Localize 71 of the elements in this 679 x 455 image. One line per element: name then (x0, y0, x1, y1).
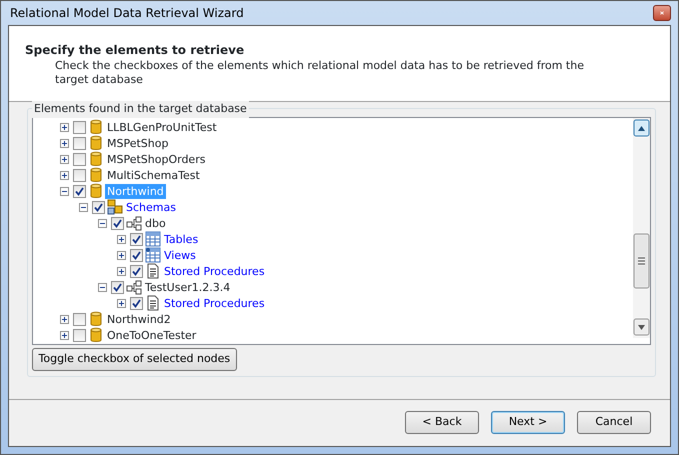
check-icon (75, 186, 84, 196)
checkbox[interactable] (73, 168, 86, 182)
hierarchy-icon (126, 279, 142, 295)
checkbox[interactable] (92, 200, 105, 214)
checkbox[interactable] (73, 328, 86, 342)
check-icon (113, 218, 122, 228)
checkbox[interactable] (73, 184, 86, 198)
script-icon (145, 295, 161, 311)
collapse-icon[interactable] (98, 282, 107, 292)
tree-item[interactable]: MultiSchemaTest (105, 168, 202, 182)
database-icon (88, 119, 104, 135)
database-icon (88, 327, 104, 343)
expand-icon[interactable] (60, 138, 69, 148)
expand-icon[interactable] (117, 234, 126, 244)
checkbox[interactable] (130, 296, 143, 310)
close-icon (660, 9, 664, 17)
database-icon (88, 183, 104, 199)
tree-item[interactable]: MSPetShopOrders (105, 152, 208, 166)
group-title: Elements found in the target database (32, 101, 249, 118)
tree-item[interactable]: Tables (162, 232, 200, 246)
schemas-icon (107, 199, 123, 215)
checkbox[interactable] (130, 232, 143, 246)
vertical-scrollbar[interactable] (633, 118, 650, 338)
database-icon (88, 135, 104, 151)
tree-item[interactable]: Stored Procedures (162, 264, 267, 278)
checkbox[interactable] (73, 136, 86, 150)
toggle-checkbox-button[interactable]: Toggle checkbox of selected nodes (32, 348, 237, 371)
checkbox[interactable] (73, 120, 86, 134)
tree-item[interactable]: Views (162, 248, 198, 262)
table-icon (145, 231, 161, 247)
check-icon (113, 282, 122, 292)
database-icon (88, 167, 104, 183)
wizard-button[interactable]: Cancel (577, 411, 651, 434)
collapse-icon[interactable] (60, 186, 69, 196)
expand-icon[interactable] (60, 314, 69, 324)
expand-icon[interactable] (117, 250, 126, 260)
checkbox[interactable] (111, 280, 124, 294)
header-title: Specify the elements to retrieve (25, 42, 246, 59)
expand-icon[interactable] (117, 266, 126, 276)
database-icon (88, 311, 104, 327)
tree-item[interactable]: OneToOneTester (105, 328, 198, 342)
tree-item[interactable]: MSPetShop (105, 136, 170, 150)
check-icon (132, 298, 141, 308)
checkbox[interactable] (130, 264, 143, 278)
tree-item[interactable]: dbo (143, 216, 168, 230)
wizard-button[interactable]: < Back (405, 411, 479, 434)
database-icon (88, 151, 104, 167)
checkbox[interactable] (111, 216, 124, 230)
expand-icon[interactable] (60, 330, 69, 340)
tree-item[interactable]: LLBLGenProUnitTest (105, 120, 219, 134)
header-description: Check the checkboxes of the elements which relational model data has to be retrieved from the target database (54, 59, 585, 87)
expand-icon[interactable] (117, 298, 126, 308)
check-icon (94, 202, 103, 212)
script-icon (145, 263, 161, 279)
checkbox[interactable] (130, 248, 143, 262)
expand-icon[interactable] (60, 122, 69, 132)
checkbox[interactable] (73, 312, 86, 326)
window-title: Relational Model Data Retrieval Wizard (10, 5, 244, 22)
tree-item[interactable]: Stored Procedures (162, 296, 267, 310)
checkbox[interactable] (73, 152, 86, 166)
tree-item[interactable]: Northwind2 (105, 312, 173, 326)
hierarchy-icon (126, 215, 142, 231)
collapse-icon[interactable] (79, 202, 88, 212)
tree-item[interactable]: Schemas (124, 200, 178, 214)
expand-icon[interactable] (60, 154, 69, 164)
expand-icon[interactable] (60, 170, 69, 180)
tree-item[interactable]: TestUser1.2.3.4 (143, 280, 232, 294)
wizard-button[interactable]: Next > (491, 411, 565, 434)
table-icon (145, 247, 161, 263)
close-button[interactable] (653, 5, 671, 21)
collapse-icon[interactable] (98, 218, 107, 228)
